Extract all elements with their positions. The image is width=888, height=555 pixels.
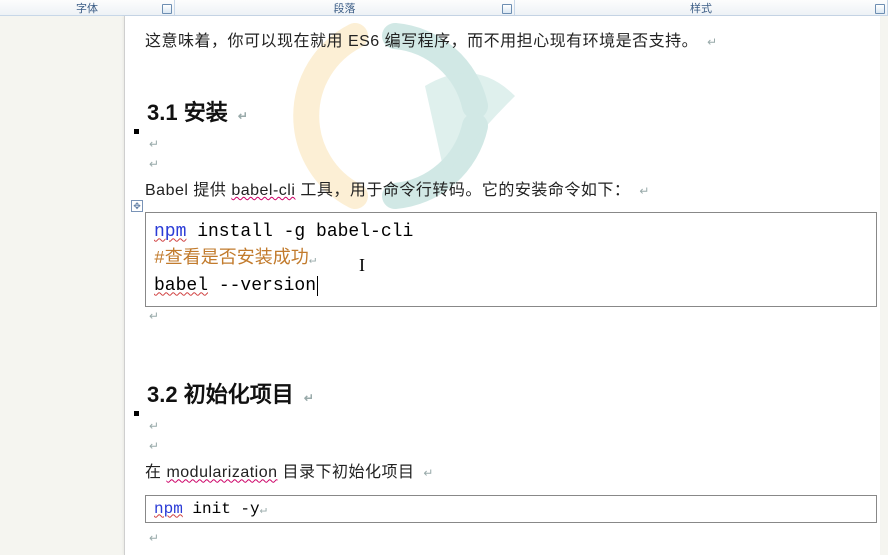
paragraph-init[interactable]: 在 modularization 目录下初始化项目 xyxy=(145,459,862,486)
table-move-handle-icon[interactable]: ✥ xyxy=(131,200,143,212)
code-block-1[interactable]: npm install -g babel-cli #查看是否安装成功↵ I ba… xyxy=(145,212,877,307)
text-cursor xyxy=(317,276,318,296)
term-babel-cli: babel-cli xyxy=(231,182,295,199)
code-block-2[interactable]: npm init -y↵ xyxy=(145,495,877,524)
code-keyword: npm xyxy=(154,222,186,242)
paragraph-intro[interactable]: 这意味着，你可以现在就用 ES6 编写程序，而不用担心现有环境是否支持。 xyxy=(145,28,862,55)
code-block-1-anchor: ✥ npm install -g babel-cli #查看是否安装成功↵ I … xyxy=(145,212,862,307)
paragraph-babel-cli[interactable]: Babel 提供 babel-cli 工具，用于命令行转码。它的安装命令如下： xyxy=(145,177,862,204)
document-page[interactable]: 这意味着，你可以现在就用 ES6 编写程序，而不用担心现有环境是否支持。 3.1… xyxy=(124,16,880,555)
ribbon-group-styles[interactable]: 样式 xyxy=(515,0,888,15)
ribbon-font-label: 字体 xyxy=(76,0,98,16)
code-line: npm init -y↵ xyxy=(154,499,868,520)
empty-paragraph[interactable] xyxy=(145,307,862,327)
term-modularization: modularization xyxy=(166,464,277,481)
ribbon-paragraph-label: 段落 xyxy=(334,0,356,16)
text-cursor-icon: I xyxy=(359,252,365,279)
ribbon-group-paragraph[interactable]: 段落 xyxy=(175,0,515,15)
empty-paragraph[interactable] xyxy=(145,529,862,549)
heading-3-1[interactable]: 3.1 安装 xyxy=(147,95,862,127)
dialog-launcher-icon[interactable] xyxy=(502,4,512,14)
heading-3-2[interactable]: 3.2 初始化项目 xyxy=(147,377,862,409)
ribbon-group-labels: 字体 段落 样式 xyxy=(0,0,888,16)
empty-paragraph[interactable] xyxy=(145,135,862,155)
empty-paragraph[interactable] xyxy=(145,437,862,457)
ribbon-styles-label: 样式 xyxy=(690,0,712,16)
code-line-comment: #查看是否安装成功↵ I xyxy=(154,246,868,273)
code-line: npm install -g babel-cli xyxy=(154,219,868,246)
dialog-launcher-icon[interactable] xyxy=(875,4,885,14)
dialog-launcher-icon[interactable] xyxy=(162,4,172,14)
code-keyword: npm xyxy=(154,500,183,518)
ribbon-group-font[interactable]: 字体 xyxy=(0,0,175,15)
empty-paragraph[interactable] xyxy=(145,417,862,437)
code-line: babel --version xyxy=(154,273,868,300)
empty-paragraph[interactable] xyxy=(145,155,862,175)
